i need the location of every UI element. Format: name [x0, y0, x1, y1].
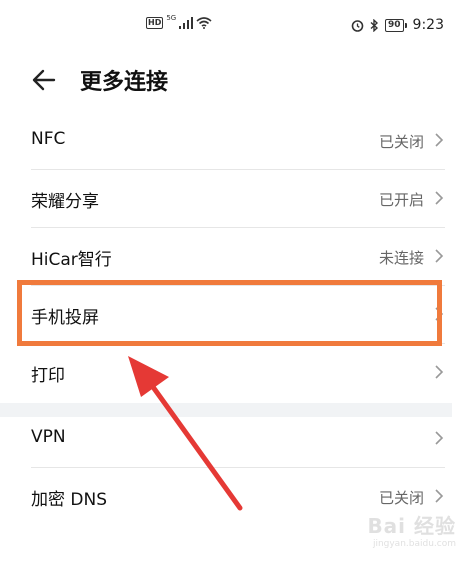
item-label: 荣耀分享	[31, 192, 99, 212]
item-label: 手机投屏	[31, 308, 99, 328]
item-label: 打印	[31, 366, 65, 386]
status-right: 90 9:23	[351, 17, 444, 33]
signal-icon	[179, 17, 194, 29]
item-label: NFC	[31, 129, 66, 149]
clock: 9:23	[412, 17, 444, 33]
chevron-right-icon	[435, 365, 444, 379]
watermark: Bai 经验 jingyan.baidu.com	[367, 510, 456, 549]
chevron-right-icon	[435, 489, 444, 503]
wifi-icon	[196, 17, 212, 29]
print-item[interactable]: 打印	[0, 344, 476, 401]
item-value: 未连接	[378, 249, 424, 267]
battery-level: 90	[385, 18, 404, 32]
item-value: 已关闭	[378, 489, 424, 507]
network-type-label: 5G	[166, 14, 177, 22]
battery-icon: 90	[385, 18, 407, 32]
item-value: 已开启	[378, 191, 424, 209]
bluetooth-icon	[370, 18, 379, 32]
nfc-item[interactable]: NFC 已关闭	[0, 112, 476, 169]
honor-share-item[interactable]: 荣耀分享 已开启	[0, 170, 476, 227]
item-label: HiCar智行	[31, 250, 112, 270]
item-value: 已关闭	[378, 133, 424, 151]
vpn-item[interactable]: VPN	[0, 410, 476, 467]
back-arrow-icon[interactable]	[30, 66, 58, 94]
alarm-icon	[351, 19, 364, 32]
watermark-sub: jingyan.baidu.com	[372, 539, 456, 549]
chevron-right-icon	[435, 191, 444, 205]
status-left: HD 5G	[146, 14, 212, 29]
hicar-item[interactable]: HiCar智行 未连接	[0, 228, 476, 285]
screen-projection-item[interactable]: 手机投屏	[0, 286, 476, 343]
item-label: VPN	[31, 427, 66, 447]
chevron-right-icon	[435, 249, 444, 263]
watermark-main: Bai 经验	[367, 514, 456, 538]
battery-tip	[404, 22, 407, 28]
page-title: 更多连接	[80, 70, 169, 95]
chevron-right-icon	[435, 307, 444, 321]
chevron-right-icon	[435, 431, 444, 445]
hd-icon: HD	[146, 17, 164, 29]
header: 更多连接	[0, 56, 476, 104]
item-label: 加密 DNS	[31, 490, 108, 510]
chevron-right-icon	[435, 133, 444, 147]
status-bar: HD 5G 90 9:23	[0, 0, 476, 50]
